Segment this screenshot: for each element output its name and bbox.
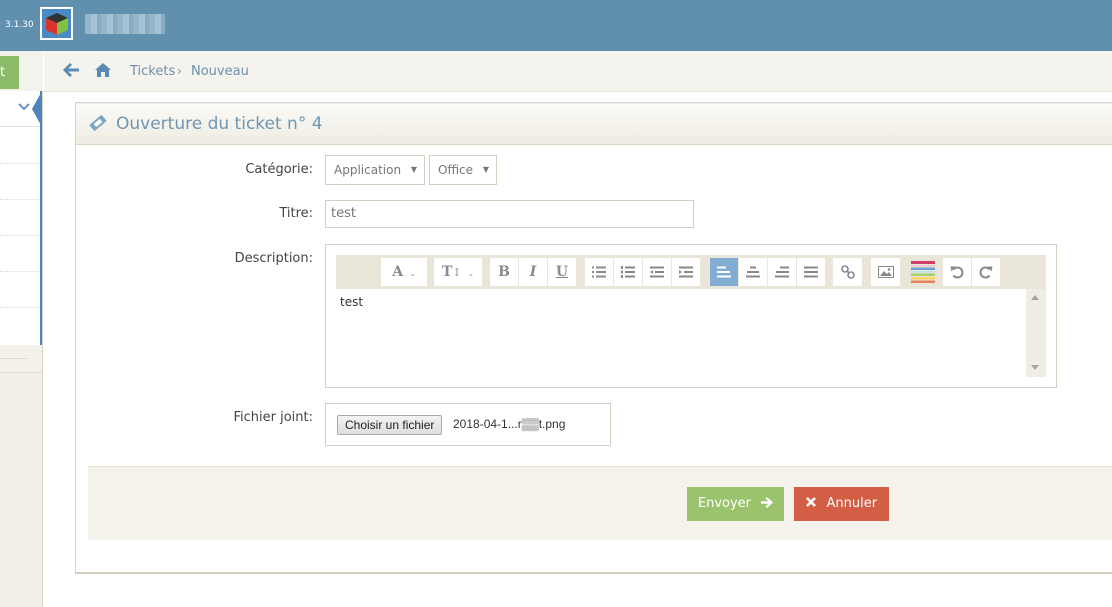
bold-button[interactable]: B [490,258,518,286]
caret-down-icon: ▼ [410,165,417,174]
editor-toolbar: A ⌄ T↕ ⌄ B I U [336,255,1046,289]
chevron-down-icon: ⌄ [467,269,475,278]
font-size-button[interactable]: T↕ ⌄ [434,258,482,286]
sidebar-top: t [0,51,43,91]
attachment-label: Fichier joint: [233,410,313,425]
sidebar-item[interactable] [0,164,40,200]
breadcrumb: Tickets › Nouveau [44,51,1112,92]
sidebar-item[interactable] [0,200,40,236]
outdent-icon [650,266,664,278]
file-input: Choisir un fichier 2018-04-1...r▒▒t.png [325,403,611,446]
indent-button[interactable] [672,258,700,286]
sidebar-menu-header[interactable] [0,91,42,127]
cancel-button[interactable]: Annuler [794,487,889,521]
file-name: 2018-04-1...r▒▒t.png [453,417,566,431]
subcategory-select[interactable]: Office ▼ [429,155,497,185]
image-button[interactable] [871,258,900,286]
font-icon: A [392,264,404,280]
send-label: Envoyer [697,496,751,511]
scroll-up-icon[interactable] [1031,295,1039,300]
scroll-down-icon[interactable] [1031,365,1039,370]
form-actions: Envoyer Annuler [88,466,1112,540]
widget-header: Ouverture du ticket n° 4 [76,103,1112,145]
bullet-list-button[interactable] [585,258,613,286]
app-version: 3.1.30 [5,20,34,30]
ticket-form-widget: Ouverture du ticket n° 4 Catégorie: Appl… [75,102,1112,574]
ticket-icon [88,114,108,136]
cancel-label: Annuler [826,496,878,511]
undo-button[interactable] [943,258,971,286]
italic-button[interactable]: I [519,258,547,286]
subcategory-select-value: Office [438,163,474,177]
align-center-icon [746,266,760,278]
redo-icon [979,266,993,279]
send-button[interactable]: Envoyer [687,487,784,521]
sidebar-action-button[interactable]: t [0,56,19,89]
sidebar-footer [0,345,42,607]
color-palette-icon [910,261,935,283]
top-navbar: 3.1.30 [0,0,1112,51]
category-select-value: Application [334,163,402,177]
description-label: Description: [234,251,313,266]
brand-name [85,14,165,34]
bold-icon: B [498,264,510,280]
list-ul-icon [592,266,606,278]
outdent-button[interactable] [643,258,671,286]
arrow-right-icon [755,496,774,511]
align-center-button[interactable] [739,258,767,286]
editor-scrollbar[interactable] [1026,289,1046,377]
text-height-icon: T↕ [441,264,462,280]
link-button[interactable] [833,258,862,286]
align-right-button[interactable] [768,258,796,286]
chevron-down-icon[interactable] [18,100,30,114]
breadcrumb-nouveau: Nouveau [191,64,249,79]
home-icon[interactable] [94,62,112,82]
title-input-value: test [331,206,356,221]
sidebar-action-label: t [0,65,6,80]
sidebar-collapse[interactable] [0,345,42,373]
justify-button[interactable] [797,258,825,286]
choose-file-button[interactable]: Choisir un fichier [337,415,443,435]
sidebar-menu [0,91,42,345]
align-right-icon [775,266,789,278]
category-label: Catégorie: [245,162,313,177]
arrow-left-icon[interactable] [62,62,80,82]
underline-icon: U [555,264,569,280]
title-input[interactable]: test [325,200,694,228]
underline-button[interactable]: U [548,258,576,286]
redo-button[interactable] [972,258,1000,286]
list-ol-icon [621,266,635,278]
cube-logo-icon[interactable] [40,7,73,40]
editor-content[interactable]: test [340,295,363,309]
active-indicator [32,91,42,127]
page-title: Ouverture du ticket n° 4 [116,114,323,134]
indent-icon [679,266,693,278]
font-family-button[interactable]: A ⌄ [381,258,427,286]
rich-text-editor: A ⌄ T↕ ⌄ B I U test [325,244,1057,388]
sidebar-item[interactable] [0,128,40,164]
color-button[interactable] [908,258,937,286]
title-label: Titre: [279,206,313,221]
sidebar-item[interactable] [0,236,40,272]
caret-down-icon: ▼ [482,165,489,174]
align-left-icon [717,266,731,278]
italic-icon: I [529,264,537,280]
chevron-down-icon: ⌄ [409,269,416,278]
link-icon [840,265,855,279]
sidebar: t [0,51,43,607]
category-select[interactable]: Application ▼ [325,155,425,185]
align-left-button[interactable] [710,258,738,286]
breadcrumb-tickets[interactable]: Tickets [130,64,175,79]
align-justify-icon [804,266,818,278]
breadcrumb-separator: › [177,64,182,78]
sidebar-item[interactable] [0,272,40,308]
times-icon [806,496,827,511]
numbered-list-button[interactable] [614,258,642,286]
undo-icon [950,266,964,279]
image-icon [877,266,894,278]
